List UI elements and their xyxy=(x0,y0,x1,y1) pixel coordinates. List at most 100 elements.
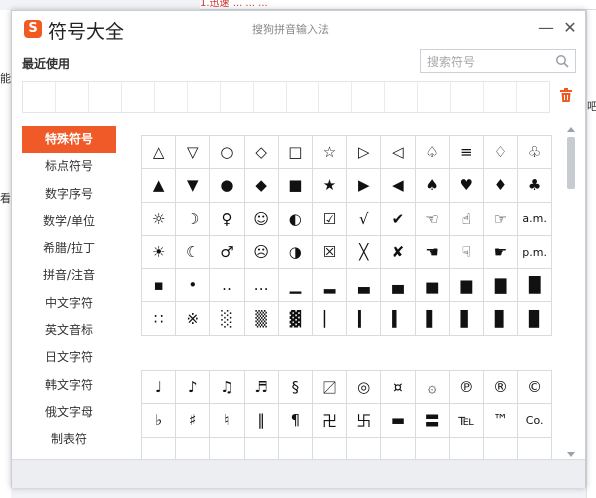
symbol-cell[interactable]: ☑ xyxy=(312,202,348,236)
symbol-cell[interactable]: ☾ xyxy=(176,235,211,270)
symbol-cell[interactable]: ☆ xyxy=(312,136,348,170)
title-bar[interactable]: S 符号大全 搜狗拼音输入法 — ✕ xyxy=(12,11,585,47)
symbol-cell[interactable]: ▎ xyxy=(347,302,382,336)
symbol-cell[interactable]: ▒ xyxy=(244,302,279,336)
symbol-cell[interactable]: ♫ xyxy=(210,371,245,405)
symbol-cell[interactable]: 〓 xyxy=(415,404,450,438)
symbol-cell[interactable]: ∷ xyxy=(142,302,177,336)
recent-symbol-slot[interactable] xyxy=(418,82,452,112)
symbol-cell[interactable]: ■ xyxy=(278,169,313,203)
symbol-cell[interactable]: … xyxy=(244,269,279,303)
symbol-cell[interactable]: ℗ xyxy=(449,371,484,405)
symbol-cell[interactable]: ● xyxy=(210,169,245,203)
recent-symbol-slot[interactable] xyxy=(385,82,419,112)
symbol-cell[interactable]: Co. xyxy=(518,404,553,438)
symbol-cell[interactable]: ☽ xyxy=(176,202,211,236)
category-item[interactable]: 特殊符号 xyxy=(22,126,116,154)
recent-symbol-slot[interactable] xyxy=(188,82,221,112)
recent-symbol-slot[interactable] xyxy=(56,82,89,112)
symbol-cell[interactable]: ▋ xyxy=(449,302,484,336)
symbol-cell[interactable]: ♭ xyxy=(142,404,177,438)
search-icon[interactable] xyxy=(555,54,569,68)
symbol-cell[interactable]: ☜ xyxy=(415,202,450,236)
recent-symbol-slot[interactable] xyxy=(122,82,155,112)
symbol-cell[interactable]: 卐 xyxy=(347,404,382,438)
recent-symbol-slot[interactable] xyxy=(517,82,549,112)
symbol-cell[interactable]: ♩ xyxy=(142,371,177,405)
recent-symbol-slot[interactable] xyxy=(155,82,188,112)
vertical-scrollbar[interactable] xyxy=(565,125,577,459)
scrollbar-thumb[interactable] xyxy=(567,137,575,189)
symbol-cell[interactable]: ▄ xyxy=(381,269,416,303)
symbol-cell[interactable]: ☹ xyxy=(244,235,279,270)
symbol-cell[interactable]: ▁ xyxy=(278,269,313,303)
recent-symbol-slot[interactable] xyxy=(287,82,320,112)
recent-symbol-slot[interactable] xyxy=(221,82,254,112)
scroll-down-arrow-icon[interactable] xyxy=(567,452,575,457)
symbol-cell[interactable]: ░ xyxy=(210,302,245,336)
symbol-cell[interactable] xyxy=(484,437,519,459)
symbol-cell[interactable]: ▊ xyxy=(483,302,519,336)
symbol-cell[interactable]: ℡ xyxy=(449,404,484,438)
symbol-cell[interactable]: ♤ xyxy=(415,136,450,170)
close-button[interactable]: ✕ xyxy=(561,19,579,37)
symbol-cell[interactable] xyxy=(279,437,313,459)
recent-symbol-slot[interactable] xyxy=(451,82,485,112)
symbol-cell[interactable]: △ xyxy=(142,136,177,170)
symbol-cell[interactable]: ☞ xyxy=(483,202,519,236)
symbol-cell[interactable]: ♣ xyxy=(518,169,553,203)
symbol-cell[interactable]: ‖ xyxy=(244,404,279,438)
symbol-cell[interactable]: ◑ xyxy=(278,235,313,270)
symbol-cell[interactable]: © xyxy=(518,371,553,405)
symbol-cell[interactable]: ★ xyxy=(312,169,348,203)
symbol-cell[interactable]: ╳ xyxy=(347,235,382,270)
category-item[interactable]: 日文字符 xyxy=(22,344,116,371)
category-item[interactable]: 标点符号 xyxy=(22,153,116,180)
symbol-cell[interactable]: ◎ xyxy=(347,371,382,405)
search-box[interactable] xyxy=(420,49,576,73)
symbol-cell[interactable]: ☝ xyxy=(449,202,484,236)
symbol-cell[interactable]: ♪ xyxy=(176,371,211,405)
symbol-cell[interactable]: ▬ xyxy=(381,404,416,438)
symbol-cell[interactable]: ▌ xyxy=(415,302,450,336)
category-item[interactable]: 希腊/拉丁 xyxy=(22,235,116,262)
symbol-cell[interactable]: ▽ xyxy=(176,136,211,170)
symbol-cell[interactable]: ♠ xyxy=(415,169,450,203)
symbol-cell[interactable]: ▂ xyxy=(312,269,348,303)
symbol-cell[interactable] xyxy=(313,437,348,459)
symbol-cell[interactable]: ▉ xyxy=(518,302,553,336)
search-input[interactable] xyxy=(427,53,547,70)
category-item[interactable]: 英文音标 xyxy=(22,317,116,344)
symbol-cell[interactable]: ▷ xyxy=(347,136,382,170)
recent-symbol-slot[interactable] xyxy=(352,82,386,112)
symbol-cell[interactable]: ▍ xyxy=(381,302,416,336)
symbol-cell[interactable]: p.m. xyxy=(518,235,553,270)
symbol-cell[interactable] xyxy=(381,437,416,459)
symbol-cell[interactable]: ◇ xyxy=(244,136,279,170)
recent-symbol-slot[interactable] xyxy=(484,82,518,112)
symbol-cell[interactable]: ☛ xyxy=(483,235,519,270)
symbol-cell[interactable]: ▶ xyxy=(347,169,382,203)
category-item[interactable]: 数学/单位 xyxy=(22,208,116,235)
symbol-cell[interactable]: ✘ xyxy=(381,235,416,270)
symbol-cell[interactable]: ▅ xyxy=(415,269,450,303)
symbol-cell[interactable]: • xyxy=(176,269,211,303)
symbol-cell[interactable]: ▏ xyxy=(312,302,348,336)
recent-symbol-slot[interactable] xyxy=(254,82,287,112)
symbol-cell[interactable]: ◐ xyxy=(278,202,313,236)
symbol-cell[interactable]: ◁ xyxy=(381,136,416,170)
symbol-cell[interactable]: 〼 xyxy=(312,371,348,405)
symbol-cell[interactable]: ※ xyxy=(176,302,211,336)
category-item[interactable]: 韩文字符 xyxy=(22,372,116,399)
symbol-cell[interactable] xyxy=(245,437,279,459)
symbol-cell[interactable]: 卍 xyxy=(312,404,348,438)
symbol-cell[interactable] xyxy=(347,437,382,459)
symbol-cell[interactable]: ♥ xyxy=(449,169,484,203)
symbol-cell[interactable]: ☒ xyxy=(312,235,348,270)
symbol-cell[interactable]: ۞ xyxy=(415,371,450,405)
symbol-cell[interactable]: ♯ xyxy=(176,404,211,438)
symbol-cell[interactable]: ▃ xyxy=(347,269,382,303)
recent-symbol-slot[interactable] xyxy=(89,82,122,112)
symbol-cell[interactable]: █ xyxy=(518,269,553,303)
symbol-cell[interactable]: ▓ xyxy=(278,302,313,336)
